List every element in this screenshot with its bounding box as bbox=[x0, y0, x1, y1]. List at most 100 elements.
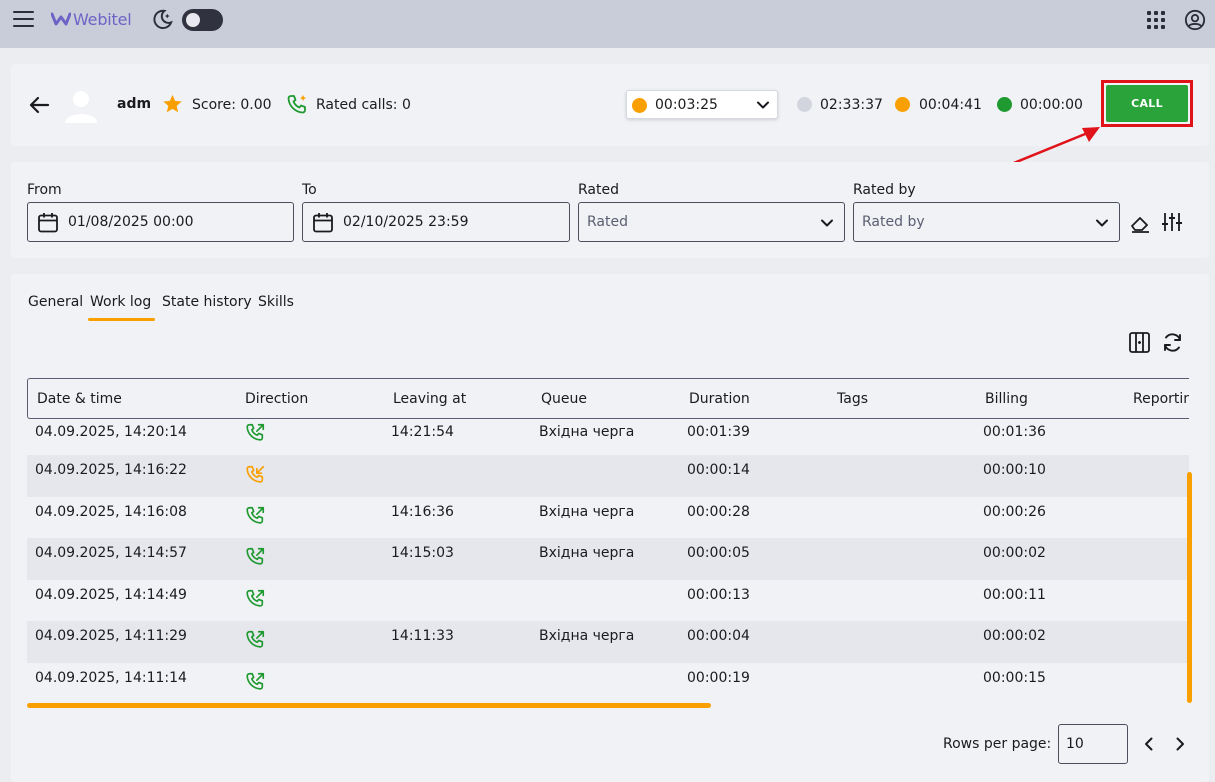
cell-billing: 00:00:02 bbox=[983, 545, 1046, 561]
cell-queue: Вхідна черга bbox=[539, 424, 635, 440]
table-body: 04.09.2025, 14:20:14 14:21:54 Вхідна чер… bbox=[27, 419, 1189, 704]
column-header-reporting[interactable]: Reportin bbox=[1133, 391, 1189, 407]
rated-call-icon bbox=[287, 95, 306, 114]
moon-icon bbox=[153, 9, 173, 29]
cell-leaving-at: 14:11:33 bbox=[391, 628, 454, 644]
column-header-datetime[interactable]: Date & time bbox=[37, 391, 122, 407]
account-circle-icon[interactable] bbox=[1184, 9, 1206, 31]
cell-duration: 00:01:39 bbox=[687, 424, 750, 440]
agent-status-select[interactable]: 00:03:25 bbox=[626, 90, 778, 119]
back-arrow-icon[interactable] bbox=[28, 95, 50, 115]
cell-leaving-at: 14:21:54 bbox=[391, 424, 454, 440]
from-date-value: 01/08/2025 00:00 bbox=[68, 214, 194, 230]
outbound-call-icon bbox=[246, 589, 265, 607]
status-time: 00:03:25 bbox=[655, 97, 718, 113]
table-row[interactable]: 04.09.2025, 14:11:29 14:11:33 Вхідна чер… bbox=[27, 621, 1189, 663]
rated-by-select[interactable]: Rated by bbox=[853, 202, 1120, 242]
chevron-left-icon[interactable] bbox=[1140, 735, 1158, 753]
cell-datetime: 04.09.2025, 14:16:08 bbox=[35, 503, 187, 520]
column-header-queue[interactable]: Queue bbox=[541, 391, 587, 407]
column-header-tags[interactable]: Tags bbox=[837, 391, 868, 407]
cell-leaving-at: 14:15:03 bbox=[391, 545, 454, 561]
timer-dot-break bbox=[895, 97, 910, 112]
cell-duration: 00:00:13 bbox=[687, 586, 750, 603]
rated-by-label: Rated by bbox=[853, 182, 916, 198]
eraser-icon[interactable] bbox=[1129, 212, 1151, 234]
cell-queue: Вхідна черга bbox=[539, 628, 635, 644]
column-header-direction[interactable]: Direction bbox=[245, 391, 308, 407]
cell-billing: 00:01:36 bbox=[983, 424, 1046, 440]
table-row[interactable]: 04.09.2025, 14:16:08 14:16:36 Вхідна чер… bbox=[27, 497, 1189, 539]
call-button[interactable]: CALL bbox=[1106, 85, 1188, 122]
star-icon bbox=[163, 94, 182, 113]
filter-settings-icon[interactable] bbox=[1161, 211, 1183, 233]
webitel-logo-mark-icon bbox=[51, 12, 71, 26]
cell-datetime: 04.09.2025, 14:14:57 bbox=[35, 545, 187, 561]
score-label: Score: 0.00 bbox=[192, 97, 272, 113]
calendar-icon bbox=[38, 213, 58, 233]
cell-queue: Вхідна черга bbox=[539, 503, 635, 520]
from-label: From bbox=[27, 182, 62, 198]
from-date-field[interactable]: 01/08/2025 00:00 bbox=[27, 202, 294, 242]
chevron-down-icon bbox=[1096, 219, 1108, 227]
cell-duration: 00:00:05 bbox=[687, 545, 750, 561]
tab-work-log[interactable]: Work log bbox=[90, 294, 151, 310]
chevron-right-icon[interactable] bbox=[1171, 735, 1189, 753]
column-header-leaving-at[interactable]: Leaving at bbox=[393, 391, 466, 407]
outbound-call-icon bbox=[246, 630, 265, 648]
apps-grid-icon[interactable] bbox=[1147, 11, 1165, 29]
work-log-table: Date & time Direction Leaving at Queue D… bbox=[27, 378, 1189, 708]
tab-state-history[interactable]: State history bbox=[162, 294, 252, 310]
rated-label: Rated bbox=[578, 182, 619, 198]
to-label: To bbox=[302, 182, 317, 198]
rows-per-page-value: 10 bbox=[1066, 736, 1084, 752]
cell-billing: 00:00:15 bbox=[983, 669, 1046, 686]
cell-datetime: 04.09.2025, 14:20:14 bbox=[35, 424, 187, 440]
logo-text: Webitel bbox=[73, 9, 132, 29]
tab-skills[interactable]: Skills bbox=[258, 294, 294, 310]
cell-datetime: 04.09.2025, 14:11:14 bbox=[35, 669, 187, 686]
cell-duration: 00:00:19 bbox=[687, 669, 750, 686]
cell-billing: 00:00:02 bbox=[983, 628, 1046, 644]
table-row[interactable]: 04.09.2025, 14:14:57 14:15:03 Вхідна чер… bbox=[27, 538, 1189, 580]
cell-billing: 00:00:26 bbox=[983, 503, 1046, 520]
horizontal-scrollbar[interactable] bbox=[27, 703, 711, 708]
cell-datetime: 04.09.2025, 14:14:49 bbox=[35, 586, 187, 603]
column-header-duration[interactable]: Duration bbox=[689, 391, 750, 407]
to-date-field[interactable]: 02/10/2025 23:59 bbox=[302, 202, 570, 242]
cell-billing: 00:00:10 bbox=[983, 462, 1046, 478]
table-row[interactable]: 04.09.2025, 14:20:14 14:21:54 Вхідна чер… bbox=[27, 419, 1189, 455]
timer-break: 00:04:41 bbox=[919, 97, 982, 113]
table-header: Date & time Direction Leaving at Queue D… bbox=[27, 378, 1189, 419]
table-row[interactable]: 04.09.2025, 14:14:49 00:00:13 00:00:11 bbox=[27, 580, 1189, 622]
outbound-call-icon bbox=[246, 423, 265, 441]
column-select-icon[interactable] bbox=[1128, 331, 1151, 354]
toggle-knob bbox=[186, 13, 200, 27]
cell-queue: Вхідна черга bbox=[539, 545, 635, 561]
menu-icon[interactable] bbox=[13, 11, 34, 29]
chevron-down-icon bbox=[757, 101, 769, 109]
rated-select[interactable]: Rated bbox=[578, 202, 845, 242]
rated-by-placeholder: Rated by bbox=[862, 214, 925, 230]
tab-general[interactable]: General bbox=[28, 294, 83, 310]
outbound-call-icon bbox=[246, 547, 265, 565]
top-app-bar: Webitel bbox=[0, 0, 1215, 48]
column-header-billing[interactable]: Billing bbox=[985, 391, 1028, 407]
table-row[interactable]: 04.09.2025, 14:11:14 00:00:19 00:00:15 bbox=[27, 663, 1189, 705]
webitel-logo[interactable]: Webitel bbox=[51, 9, 132, 29]
rows-per-page-input[interactable]: 10 bbox=[1058, 724, 1128, 764]
cell-billing: 00:00:11 bbox=[983, 586, 1046, 603]
refresh-icon[interactable] bbox=[1161, 331, 1184, 354]
outbound-call-icon bbox=[246, 672, 265, 690]
cell-duration: 00:00:28 bbox=[687, 503, 750, 520]
cell-datetime: 04.09.2025, 14:16:22 bbox=[35, 462, 187, 478]
cell-duration: 00:00:04 bbox=[687, 628, 750, 644]
timer-idle: 02:33:37 bbox=[820, 97, 883, 113]
dark-mode-toggle[interactable] bbox=[182, 9, 223, 31]
rated-calls-label: Rated calls: 0 bbox=[316, 97, 411, 113]
timer-online: 00:00:00 bbox=[1020, 97, 1083, 113]
timer-dot-idle bbox=[797, 97, 812, 112]
to-date-value: 02/10/2025 23:59 bbox=[343, 214, 469, 230]
table-row[interactable]: 04.09.2025, 14:16:22 00:00:14 00:00:10 bbox=[27, 455, 1189, 497]
vertical-scrollbar[interactable] bbox=[1187, 472, 1192, 703]
